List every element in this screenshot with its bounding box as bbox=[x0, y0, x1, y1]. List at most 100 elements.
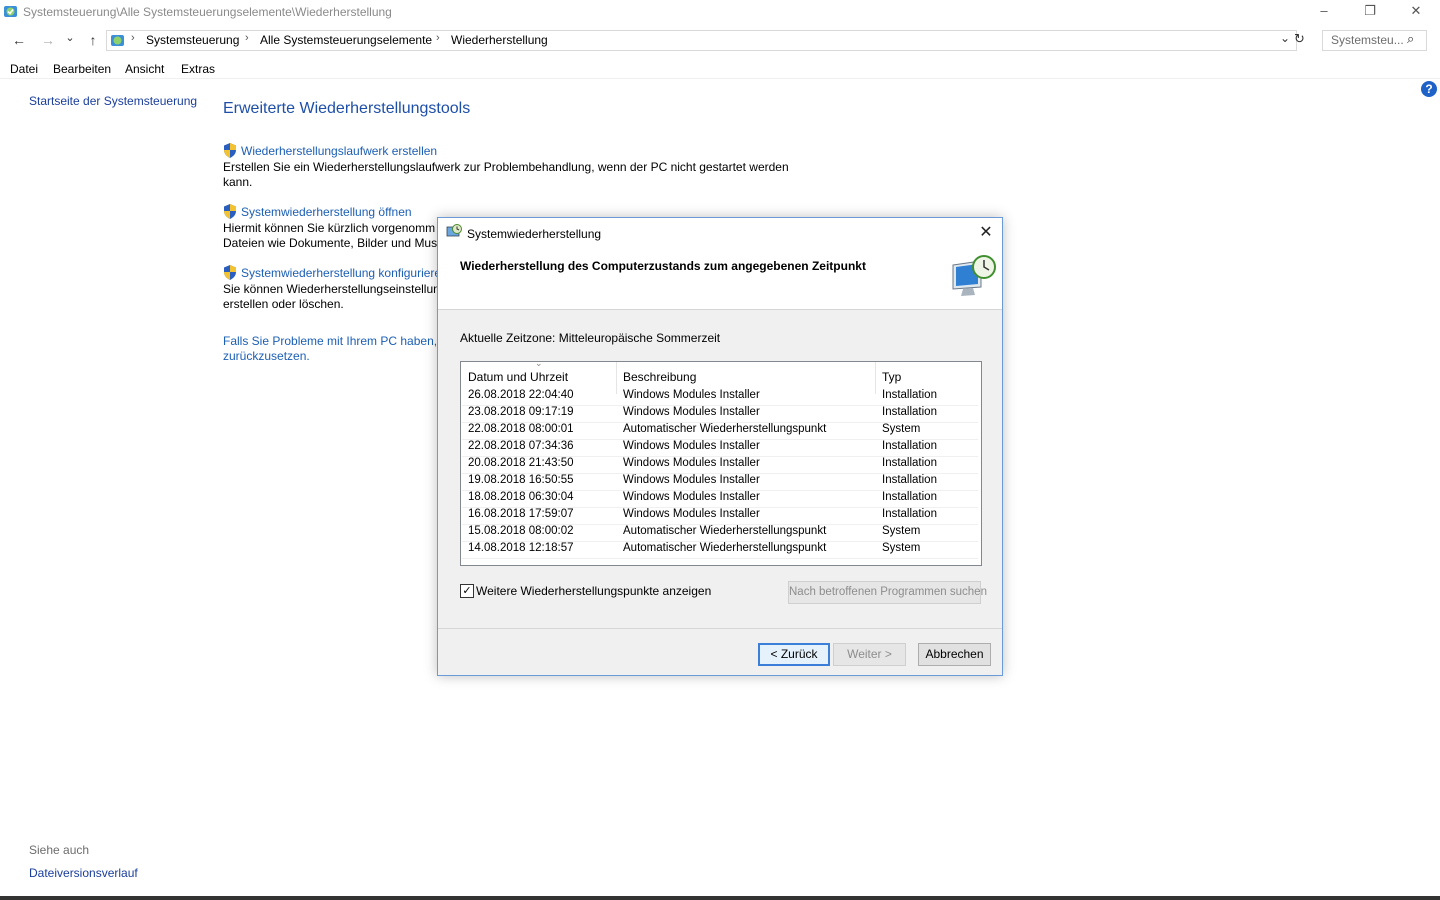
forward-arrow-icon[interactable]: → bbox=[37, 30, 59, 50]
reset-pc-link-2[interactable]: zurückzusetzen. bbox=[223, 349, 310, 363]
row-datetime: 26.08.2018 22:04:40 bbox=[468, 389, 574, 401]
configure-system-restore-link[interactable]: Systemwiederherstellung konfigurieren bbox=[241, 266, 448, 280]
restore-monitor-clock-icon bbox=[952, 255, 996, 296]
restore-button[interactable]: ❐ bbox=[1347, 0, 1393, 24]
breadcrumb-separator: › bbox=[245, 32, 249, 44]
control-panel-home-link[interactable]: Startseite der Systemsteuerung bbox=[29, 94, 197, 108]
row-type: System bbox=[882, 542, 921, 554]
breadcrumb-systemsteuerung[interactable]: Systemsteuerung bbox=[146, 33, 239, 47]
cancel-button[interactable]: Abbrechen bbox=[918, 643, 991, 666]
up-arrow-icon[interactable]: ↑ bbox=[82, 30, 104, 50]
close-window-button[interactable]: ✕ bbox=[1393, 0, 1439, 24]
row-datetime: 20.08.2018 21:43:50 bbox=[468, 457, 574, 469]
restore-points-list[interactable]: Datum und Uhrzeit ⌄ Beschreibung Typ 26.… bbox=[460, 358, 982, 566]
breadcrumb-alle-elemente[interactable]: Alle Systemsteuerungselemente bbox=[260, 33, 432, 47]
minimize-button[interactable]: – bbox=[1301, 0, 1347, 24]
table-row[interactable]: 15.08.2018 08:00:02 Automatischer Wieder… bbox=[462, 524, 978, 542]
sort-indicator-icon: ⌄ bbox=[535, 358, 543, 368]
refresh-icon[interactable]: ↻ bbox=[1294, 31, 1305, 47]
dialog-close-icon[interactable]: ✕ bbox=[974, 222, 998, 244]
row-type: Installation bbox=[882, 508, 937, 520]
show-more-label[interactable]: Weitere Wiederherstellungspunkte anzeige… bbox=[476, 584, 711, 598]
row-description: Windows Modules Installer bbox=[623, 474, 760, 486]
search-icon[interactable]: ⌕ bbox=[1407, 31, 1414, 47]
row-type: Installation bbox=[882, 389, 937, 401]
breadcrumb-separator: › bbox=[131, 32, 135, 44]
column-header-type[interactable]: Typ bbox=[882, 370, 901, 384]
column-header-description[interactable]: Beschreibung bbox=[623, 370, 696, 384]
uac-shield-icon bbox=[224, 265, 236, 280]
row-type: Installation bbox=[882, 491, 937, 503]
row-type: Installation bbox=[882, 474, 937, 486]
row-datetime: 22.08.2018 08:00:01 bbox=[468, 423, 574, 435]
reset-pc-link[interactable]: Falls Sie Probleme mit Ihrem PC haben, w bbox=[223, 334, 449, 348]
table-row[interactable]: 20.08.2018 21:43:50 Windows Modules Inst… bbox=[462, 456, 978, 474]
row-type: Installation bbox=[882, 440, 937, 452]
table-row[interactable]: 18.08.2018 06:30:04 Windows Modules Inst… bbox=[462, 490, 978, 508]
taskbar-edge bbox=[0, 896, 1440, 900]
row-datetime: 22.08.2018 07:34:36 bbox=[468, 440, 574, 452]
dialog-title: Systemwiederherstellung bbox=[467, 227, 602, 241]
uac-shield-icon bbox=[224, 143, 236, 158]
back-button[interactable]: < Zurück bbox=[758, 643, 830, 666]
breadcrumb-wiederherstellung[interactable]: Wiederherstellung bbox=[451, 33, 548, 47]
timezone-label: Aktuelle Zeitzone: Mitteleuropäische Som… bbox=[460, 331, 721, 345]
table-row[interactable]: 26.08.2018 22:04:40 Windows Modules Inst… bbox=[462, 388, 978, 406]
menu-ansicht[interactable]: Ansicht bbox=[125, 62, 164, 76]
row-description: Automatischer Wiederherstellungspunkt bbox=[623, 423, 827, 435]
row-datetime: 15.08.2018 08:00:02 bbox=[468, 525, 574, 537]
system-restore-description-2: Dateien wie Dokumente, Bilder und Musi bbox=[223, 236, 440, 250]
dialog-heading: Wiederherstellung des Computerzustands z… bbox=[460, 259, 866, 273]
table-row[interactable]: 22.08.2018 08:00:01 Automatischer Wieder… bbox=[462, 422, 978, 440]
show-more-checkbox[interactable]: ✓ bbox=[460, 584, 474, 598]
row-description: Windows Modules Installer bbox=[623, 508, 760, 520]
page-title: Erweiterte Wiederherstellungstools bbox=[223, 100, 471, 117]
uac-shield-icon bbox=[224, 204, 236, 219]
system-restore-icon bbox=[446, 224, 462, 237]
table-row[interactable]: 22.08.2018 07:34:36 Windows Modules Inst… bbox=[462, 439, 978, 457]
recovery-drive-description-2: kann. bbox=[223, 175, 253, 189]
table-row[interactable]: 14.08.2018 12:18:57 Automatischer Wieder… bbox=[462, 541, 978, 559]
menu-divider bbox=[0, 78, 1440, 79]
row-type: Installation bbox=[882, 406, 937, 418]
recovery-drive-description: Erstellen Sie ein Wiederherstellungslauf… bbox=[223, 160, 789, 174]
address-bar[interactable]: › Systemsteuerung › Alle Systemsteuerung… bbox=[106, 30, 1297, 51]
next-button[interactable]: Weiter > bbox=[833, 643, 906, 666]
table-row[interactable]: 23.08.2018 09:17:19 Windows Modules Inst… bbox=[462, 405, 978, 423]
table-row[interactable]: 16.08.2018 17:59:07 Windows Modules Inst… bbox=[462, 507, 978, 525]
create-recovery-drive-link[interactable]: Wiederherstellungslaufwerk erstellen bbox=[241, 144, 437, 158]
row-datetime: 14.08.2018 12:18:57 bbox=[468, 542, 574, 554]
control-panel-icon bbox=[111, 35, 124, 46]
address-dropdown-icon[interactable]: ⌄ bbox=[1280, 31, 1290, 45]
configure-restore-description: Sie können Wiederherstellungseinstellun bbox=[223, 282, 440, 296]
row-description: Windows Modules Installer bbox=[623, 406, 760, 418]
recent-locations-icon[interactable]: ⌄ bbox=[62, 28, 78, 48]
dialog-divider bbox=[438, 628, 1002, 629]
row-type: System bbox=[882, 525, 921, 537]
file-history-link[interactable]: Dateiversionsverlauf bbox=[29, 866, 138, 880]
title-bar: Systemsteuerung\Alle Systemsteuerungsele… bbox=[0, 0, 1440, 24]
column-header-datetime[interactable]: Datum und Uhrzeit bbox=[468, 370, 568, 384]
back-arrow-icon[interactable]: ← bbox=[8, 30, 30, 50]
row-description: Automatischer Wiederherstellungspunkt bbox=[623, 542, 827, 554]
window-title: Systemsteuerung\Alle Systemsteuerungsele… bbox=[23, 5, 392, 19]
row-datetime: 19.08.2018 16:50:55 bbox=[468, 474, 574, 486]
row-description: Windows Modules Installer bbox=[623, 491, 760, 503]
menu-extras[interactable]: Extras bbox=[181, 62, 215, 76]
search-placeholder: Systemsteu... bbox=[1331, 33, 1404, 47]
open-system-restore-link[interactable]: Systemwiederherstellung öffnen bbox=[241, 205, 412, 219]
configure-restore-description-2: erstellen oder löschen. bbox=[223, 297, 344, 311]
system-restore-dialog: Systemwiederherstellung ✕ Wiederherstell… bbox=[437, 217, 1003, 676]
help-icon[interactable]: ? bbox=[1421, 81, 1437, 97]
breadcrumb-separator: › bbox=[436, 32, 440, 44]
scan-affected-programs-button[interactable]: Nach betroffenen Programmen suchen bbox=[788, 581, 987, 604]
row-datetime: 16.08.2018 17:59:07 bbox=[468, 508, 574, 520]
menu-datei[interactable]: Datei bbox=[10, 62, 38, 76]
system-restore-description: Hiermit können Sie kürzlich vorgenomm bbox=[223, 221, 436, 235]
menu-bearbeiten[interactable]: Bearbeiten bbox=[53, 62, 111, 76]
row-description: Automatischer Wiederherstellungspunkt bbox=[623, 525, 827, 537]
row-type: System bbox=[882, 423, 921, 435]
table-row[interactable]: 19.08.2018 16:50:55 Windows Modules Inst… bbox=[462, 473, 978, 491]
row-datetime: 18.08.2018 06:30:04 bbox=[468, 491, 574, 503]
row-datetime: 23.08.2018 09:17:19 bbox=[468, 406, 574, 418]
